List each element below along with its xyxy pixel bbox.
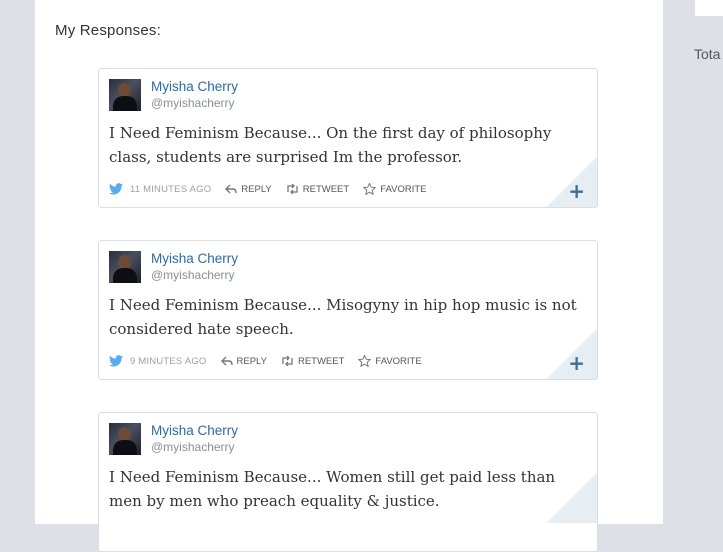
twitter-bird-icon [109,183,123,195]
retweet-icon [282,356,293,366]
corner-fold [547,473,597,523]
star-icon [363,183,377,195]
tweet-timestamp[interactable]: 9 MINUTES AGO [130,356,207,367]
retweet-label: RETWEET [302,183,350,195]
sidebar-total-label: Tota [694,46,721,62]
retweet-label: RETWEET [297,355,345,367]
favorite-label: FAVORITE [375,355,422,367]
avatar[interactable] [109,423,141,455]
tweet-text: I Need Feminism Because... Misogyny in h… [109,296,577,338]
author-handle[interactable]: @myishacherry [151,440,235,454]
tweet-card: Myisha Cherry @myishacherry I Need Femin… [98,68,598,208]
sidebar-box [695,0,723,16]
author-name[interactable]: Myisha Cherry [151,423,238,438]
retweet-button[interactable]: RETWEET [286,184,349,195]
favorite-button[interactable]: FAVORITE [363,183,426,195]
tweet-meta: 11 MINUTES AGO REPLY RETWEET FAVORITE [109,181,440,197]
author-name[interactable]: Myisha Cherry [151,79,238,94]
favorite-button[interactable]: FAVORITE [358,355,422,367]
tweet-meta: 9 MINUTES AGO REPLY RETWEET FAVORITE [109,353,436,369]
author-handle[interactable]: @myishacherry [151,96,235,110]
expand-button[interactable]: + [568,353,585,373]
avatar[interactable] [109,79,141,111]
tweet-card: Myisha Cherry @myishacherry I Need Femin… [98,412,598,552]
author-handle[interactable]: @myishacherry [151,268,235,282]
author-name[interactable]: Myisha Cherry [151,251,238,266]
tweet-timestamp[interactable]: 11 MINUTES AGO [130,184,211,195]
reply-label: REPLY [241,183,272,195]
reply-button[interactable]: REPLY [220,355,267,367]
section-label: My Responses: [55,22,161,39]
retweet-button[interactable]: RETWEET [281,356,344,367]
tweet-card: Myisha Cherry @myishacherry I Need Femin… [98,240,598,380]
reply-label: REPLY [236,355,267,367]
tweet-text: I Need Feminism Because... On the first … [109,124,552,166]
reply-icon [225,184,237,194]
avatar[interactable] [109,251,141,283]
tweet-text: I Need Feminism Because... Women still g… [109,468,556,510]
favorite-label: FAVORITE [380,183,427,195]
reply-button[interactable]: REPLY [225,183,272,195]
star-icon [358,355,372,367]
reply-icon [220,356,233,366]
retweet-icon [287,184,298,194]
responses-panel: My Responses: Myisha Cherry @myishacherr… [35,0,663,552]
twitter-bird-icon [109,355,123,367]
expand-button[interactable]: + [568,181,585,201]
